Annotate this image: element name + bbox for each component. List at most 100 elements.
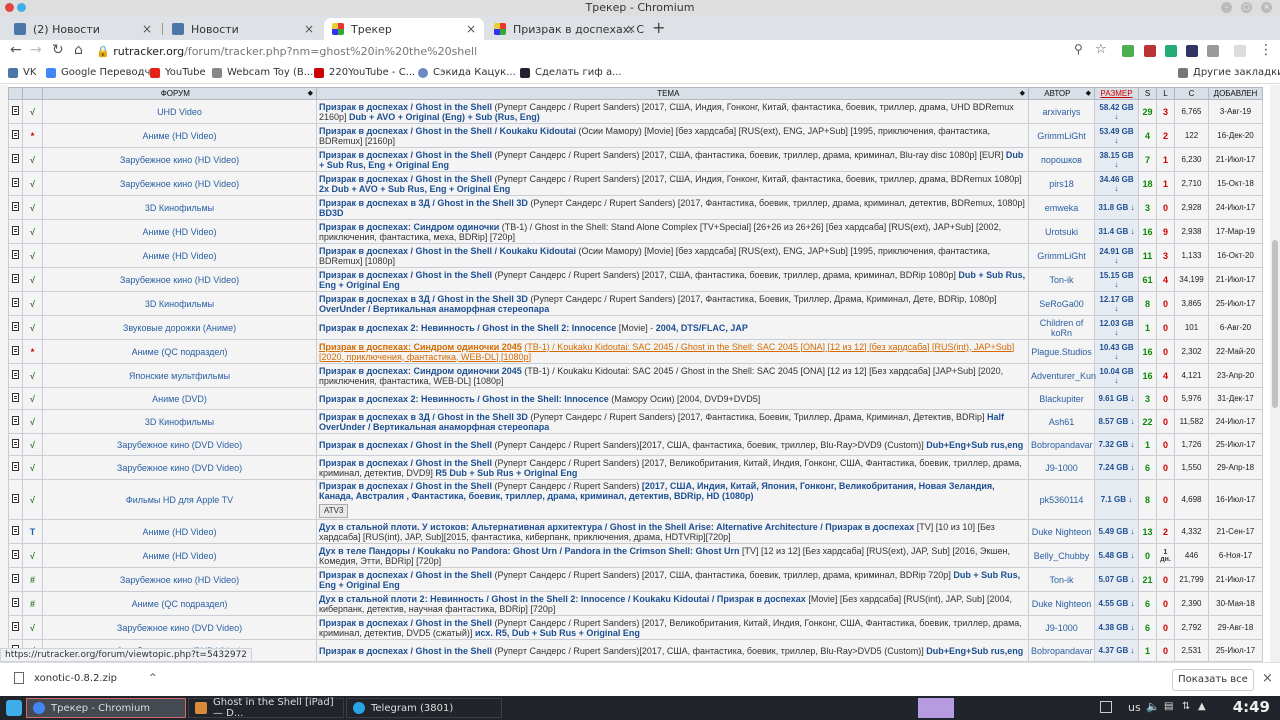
topic-title-link[interactable]: Призрак в доспехах / Ghost in the Shell	[319, 481, 492, 491]
topic-extra[interactable]: 2x Dub + AVO + Sub Rus, Eng + Original E…	[319, 184, 510, 194]
forum-link[interactable]: Зарубежное кино (DVD Video)	[42, 615, 317, 640]
topic-title-link[interactable]: Призрак в доспехах: Синдром одиночки	[319, 222, 499, 232]
topic-doc-cell[interactable]	[8, 291, 23, 316]
topic-cell[interactable]: Призрак в доспехах / Ghost in the Shell …	[316, 455, 1029, 480]
author-link[interactable]: pk5360114	[1028, 479, 1095, 520]
size-download-link[interactable]: 5.07 GB ↓	[1094, 567, 1139, 592]
topic-doc-cell[interactable]	[8, 147, 23, 172]
topic-doc-cell[interactable]	[8, 219, 23, 244]
topic-title-link[interactable]: Призрак в доспехах / Ghost in the Shell	[319, 646, 492, 656]
scrollbar-thumb[interactable]	[1272, 240, 1278, 408]
topic-extra[interactable]: Dub+Eng+Sub rus,eng	[926, 646, 1023, 656]
author-link[interactable]: J9-1000	[1028, 615, 1095, 640]
keyboard-layout[interactable]: us	[1128, 701, 1141, 714]
topic-cell[interactable]: Призрак в доспехах / Ghost in the Shell …	[316, 615, 1029, 640]
author-link[interactable]: Bobropandavar	[1028, 433, 1095, 456]
topic-cell[interactable]: Призрак в доспехах: Синдром одиночки 204…	[316, 363, 1029, 388]
topic-doc-cell[interactable]	[8, 567, 23, 592]
topic-cell[interactable]: Призрак в доспехах / Ghost in the Shell …	[316, 123, 1029, 148]
size-download-link[interactable]: 7.1 GB ↓	[1094, 479, 1139, 520]
bookmark-gif-maker[interactable]: Сделать гиф а...	[520, 67, 622, 78]
size-download-link[interactable]: 31.8 GB ↓	[1094, 195, 1139, 220]
url-field[interactable]: 🔒 rutracker.org/forum/tracker.php?nm=gho…	[96, 43, 1116, 60]
col-added[interactable]: ДОБАВЛЕН	[1208, 87, 1263, 100]
tab-vk-news-2[interactable]: Новости ×	[164, 18, 322, 40]
topic-doc-cell[interactable]	[8, 99, 23, 124]
topic-extra[interactable]: BD3D	[319, 208, 344, 218]
forum-link[interactable]: Аниме (DVD)	[42, 387, 317, 410]
size-download-link[interactable]: 10.43 GB ↓	[1094, 339, 1139, 364]
topic-title-link[interactable]: Призрак в доспехах / Ghost in the Shell	[319, 102, 492, 112]
bookmark-other-folder[interactable]: Другие закладки	[1178, 67, 1280, 78]
author-link[interactable]: Children of koRn	[1028, 315, 1095, 340]
tab-vk-news-1[interactable]: (2) Новости ×	[6, 18, 160, 40]
topic-extra[interactable]: 2004, DTS/FLAC, JAP	[656, 323, 748, 333]
author-link[interactable]: GrimmLiGht	[1028, 123, 1095, 148]
forum-link[interactable]: Звуковые дорожки (Аниме)	[42, 315, 317, 340]
forum-link[interactable]: Аниме (QC подраздел)	[42, 591, 317, 616]
forum-link[interactable]: Зарубежное кино (DVD Video)	[42, 455, 317, 480]
topic-title-link[interactable]: Призрак в доспехах: Синдром одиночки 204…	[319, 342, 522, 352]
close-icon[interactable]: ×	[1261, 2, 1272, 13]
topic-extra[interactable]: Dub+Eng+Sub rus,eng	[926, 440, 1023, 450]
topic-cell[interactable]: Призрак в доспехах 2: Невинность / Ghost…	[316, 387, 1029, 410]
task-chromium[interactable]: Трекер - Chromium	[26, 698, 186, 718]
topic-title-link[interactable]: Призрак в доспехах / Ghost in the Shell	[319, 270, 492, 280]
topic-doc-cell[interactable]	[8, 267, 23, 292]
author-link[interactable]: arxivariys	[1028, 99, 1095, 124]
size-download-link[interactable]: 38.15 GB ↓	[1094, 147, 1139, 172]
size-download-link[interactable]: 7.32 GB ↓	[1094, 433, 1139, 456]
size-download-link[interactable]: 8.57 GB ↓	[1094, 409, 1139, 434]
topic-title-link[interactable]: Дух в стальной плоти. У истоков: Альтерн…	[319, 522, 914, 532]
minimize-icon[interactable]: –	[1221, 2, 1232, 13]
forum-link[interactable]: Аниме (HD Video)	[42, 243, 317, 268]
topic-cell[interactable]: Призрак в доспехах / Ghost in the Shell …	[316, 639, 1029, 662]
forward-icon[interactable]: →	[30, 42, 42, 58]
forum-link[interactable]: Зарубежное кино (DVD Video)	[42, 433, 317, 456]
topic-doc-cell[interactable]	[8, 123, 23, 148]
extension-icon[interactable]	[1122, 45, 1134, 57]
topic-extra[interactable]: Dub + AVO + Original (Eng) + Sub (Rus, E…	[349, 112, 540, 122]
topic-cell[interactable]: Призрак в доспехах / Ghost in the Shell …	[316, 243, 1029, 268]
topic-title-link[interactable]: Дух в теле Пандоры / Koukaku no Pandora:…	[319, 546, 740, 556]
close-icon[interactable]: ×	[1262, 671, 1273, 686]
close-window-dot[interactable]	[5, 3, 14, 12]
topic-cell[interactable]: Дух в стальной плоти 2: Невинность / Gho…	[316, 591, 1029, 616]
clipboard-icon[interactable]: ▤	[1164, 701, 1173, 712]
topic-title-link[interactable]: Призрак в доспехах / Ghost in the Shell …	[319, 246, 576, 256]
forum-link[interactable]: UHD Video	[42, 99, 317, 124]
topic-doc-cell[interactable]	[8, 433, 23, 456]
author-link[interactable]: Plague.Studios	[1028, 339, 1095, 364]
topic-doc-cell[interactable]	[8, 315, 23, 340]
forum-link[interactable]: Зарубежное кино (HD Video)	[42, 567, 317, 592]
bookmark-sekida[interactable]: Сэкида Кацук...	[418, 67, 516, 78]
size-download-link[interactable]: 4.37 GB ↓	[1094, 639, 1139, 662]
topic-cell[interactable]: Призрак в доспехах / Ghost in the Shell …	[316, 99, 1029, 124]
topic-title-link[interactable]: Дух в стальной плоти 2: Невинность / Gho…	[319, 594, 806, 604]
size-download-link[interactable]: 58.42 GB ↓	[1094, 99, 1139, 124]
author-link[interactable]: SeRoGa00	[1028, 291, 1095, 316]
author-link[interactable]: Blackupiter	[1028, 387, 1095, 410]
col-author[interactable]: АВТОР ◆	[1028, 87, 1095, 100]
author-link[interactable]: Duke Nighteon	[1028, 591, 1095, 616]
topic-doc-cell[interactable]	[8, 615, 23, 640]
tab-close-icon[interactable]: ×	[304, 22, 314, 36]
size-download-link[interactable]: 15.15 GB ↓	[1094, 267, 1139, 292]
topic-cell[interactable]: Дух в теле Пандоры / Koukaku no Pandora:…	[316, 543, 1029, 568]
tab-tracker[interactable]: Трекер ×	[324, 18, 484, 40]
pager-desktop[interactable]	[918, 698, 954, 718]
forum-link[interactable]: Аниме (HD Video)	[42, 543, 317, 568]
topic-cell[interactable]: Призрак в доспехах / Ghost in the Shell …	[316, 147, 1029, 172]
topic-doc-cell[interactable]	[8, 409, 23, 434]
profile-icon[interactable]	[1234, 45, 1246, 57]
topic-title-link[interactable]: Призрак в доспехах / Ghost in the Shell …	[319, 126, 576, 136]
size-download-link[interactable]: 9.61 GB ↓	[1094, 387, 1139, 410]
author-link[interactable]: Bobropandavar	[1028, 639, 1095, 662]
topic-doc-cell[interactable]	[8, 455, 23, 480]
size-download-link[interactable]: 34.46 GB ↓	[1094, 171, 1139, 196]
author-link[interactable]: порошков	[1028, 147, 1095, 172]
topic-title-link[interactable]: Призрак в доспехах / Ghost in the Shell	[319, 174, 492, 184]
forum-link[interactable]: 3D Кинофильмы	[42, 291, 317, 316]
author-link[interactable]: Adventurer_Kun	[1028, 363, 1096, 388]
topic-doc-cell[interactable]	[8, 387, 23, 410]
